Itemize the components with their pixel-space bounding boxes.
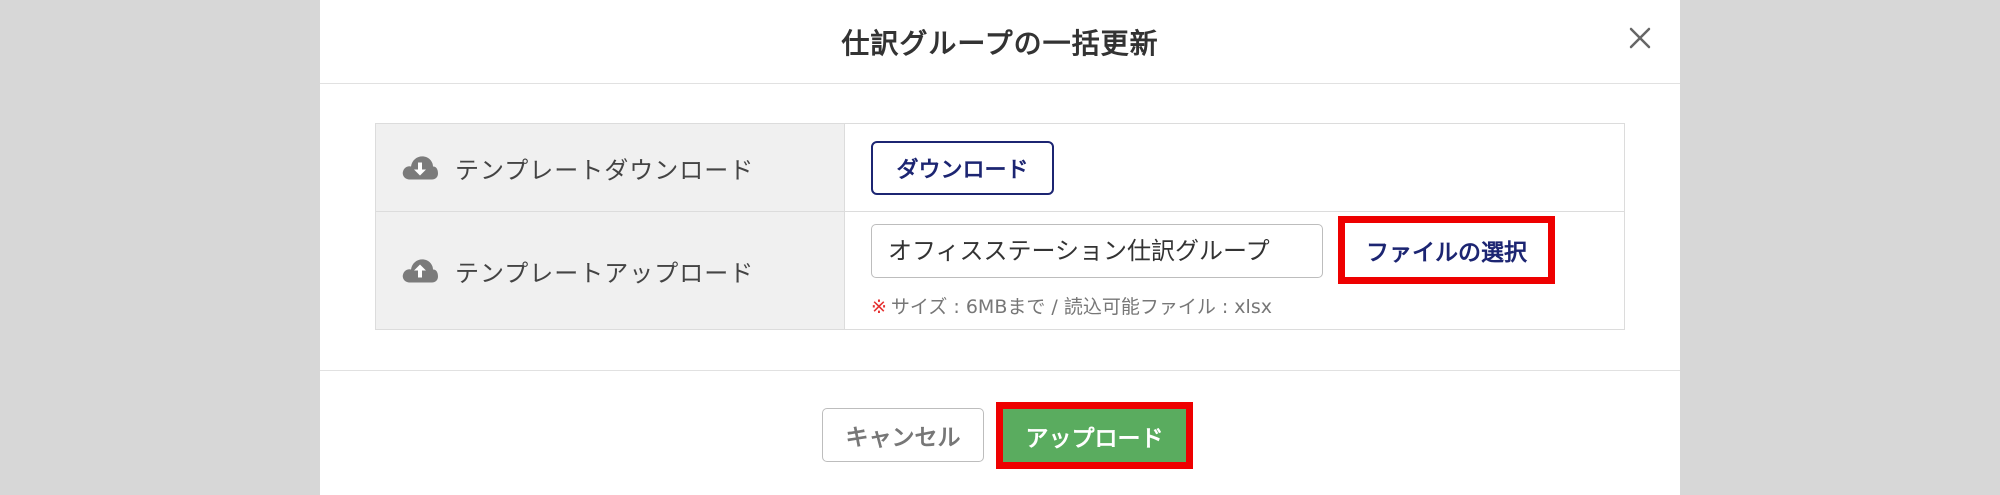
upload-label: テンプレートアップロード	[455, 259, 755, 287]
note-text: サイズ : 6MBまで / 読込可能ファイル : xlsx	[890, 296, 1272, 318]
template-upload-row: テンプレートアップロード オフィスステーション仕訳グループ ファイルの選択 ※ サ…	[376, 212, 1624, 329]
dialog-title: 仕訳グループの一括更新	[841, 27, 1159, 60]
dialog-header: 仕訳グループの一括更新	[320, 0, 1680, 84]
cloud-upload-icon	[401, 257, 439, 285]
download-label-cell: テンプレートダウンロード	[376, 124, 845, 211]
selected-file-name-field[interactable]: オフィスステーション仕訳グループ	[871, 224, 1323, 278]
close-icon[interactable]	[1622, 20, 1658, 56]
select-file-highlight: ファイルの選択	[1338, 216, 1555, 284]
bulk-update-dialog: 仕訳グループの一括更新 テンプレートダウンロード ダウンロード テンプレートアッ…	[320, 0, 1680, 495]
download-label: テンプレートダウンロード	[455, 156, 755, 184]
template-download-row: テンプレートダウンロード ダウンロード	[376, 124, 1624, 212]
footer-divider	[320, 370, 1680, 371]
note-mark: ※	[871, 296, 887, 318]
upload-label-cell: テンプレートアップロード	[376, 212, 845, 329]
cloud-download-icon	[401, 154, 439, 182]
upload-button[interactable]: アップロード	[1003, 409, 1186, 462]
template-form-table: テンプレートダウンロード ダウンロード テンプレートアップロード オフィスステー…	[375, 123, 1625, 330]
upload-button-highlight: アップロード	[996, 402, 1193, 469]
upload-note: ※ サイズ : 6MBまで / 読込可能ファイル : xlsx	[871, 292, 1272, 319]
download-button[interactable]: ダウンロード	[871, 141, 1054, 195]
select-file-button[interactable]: ファイルの選択	[1345, 223, 1548, 277]
cancel-button[interactable]: キャンセル	[822, 408, 984, 462]
